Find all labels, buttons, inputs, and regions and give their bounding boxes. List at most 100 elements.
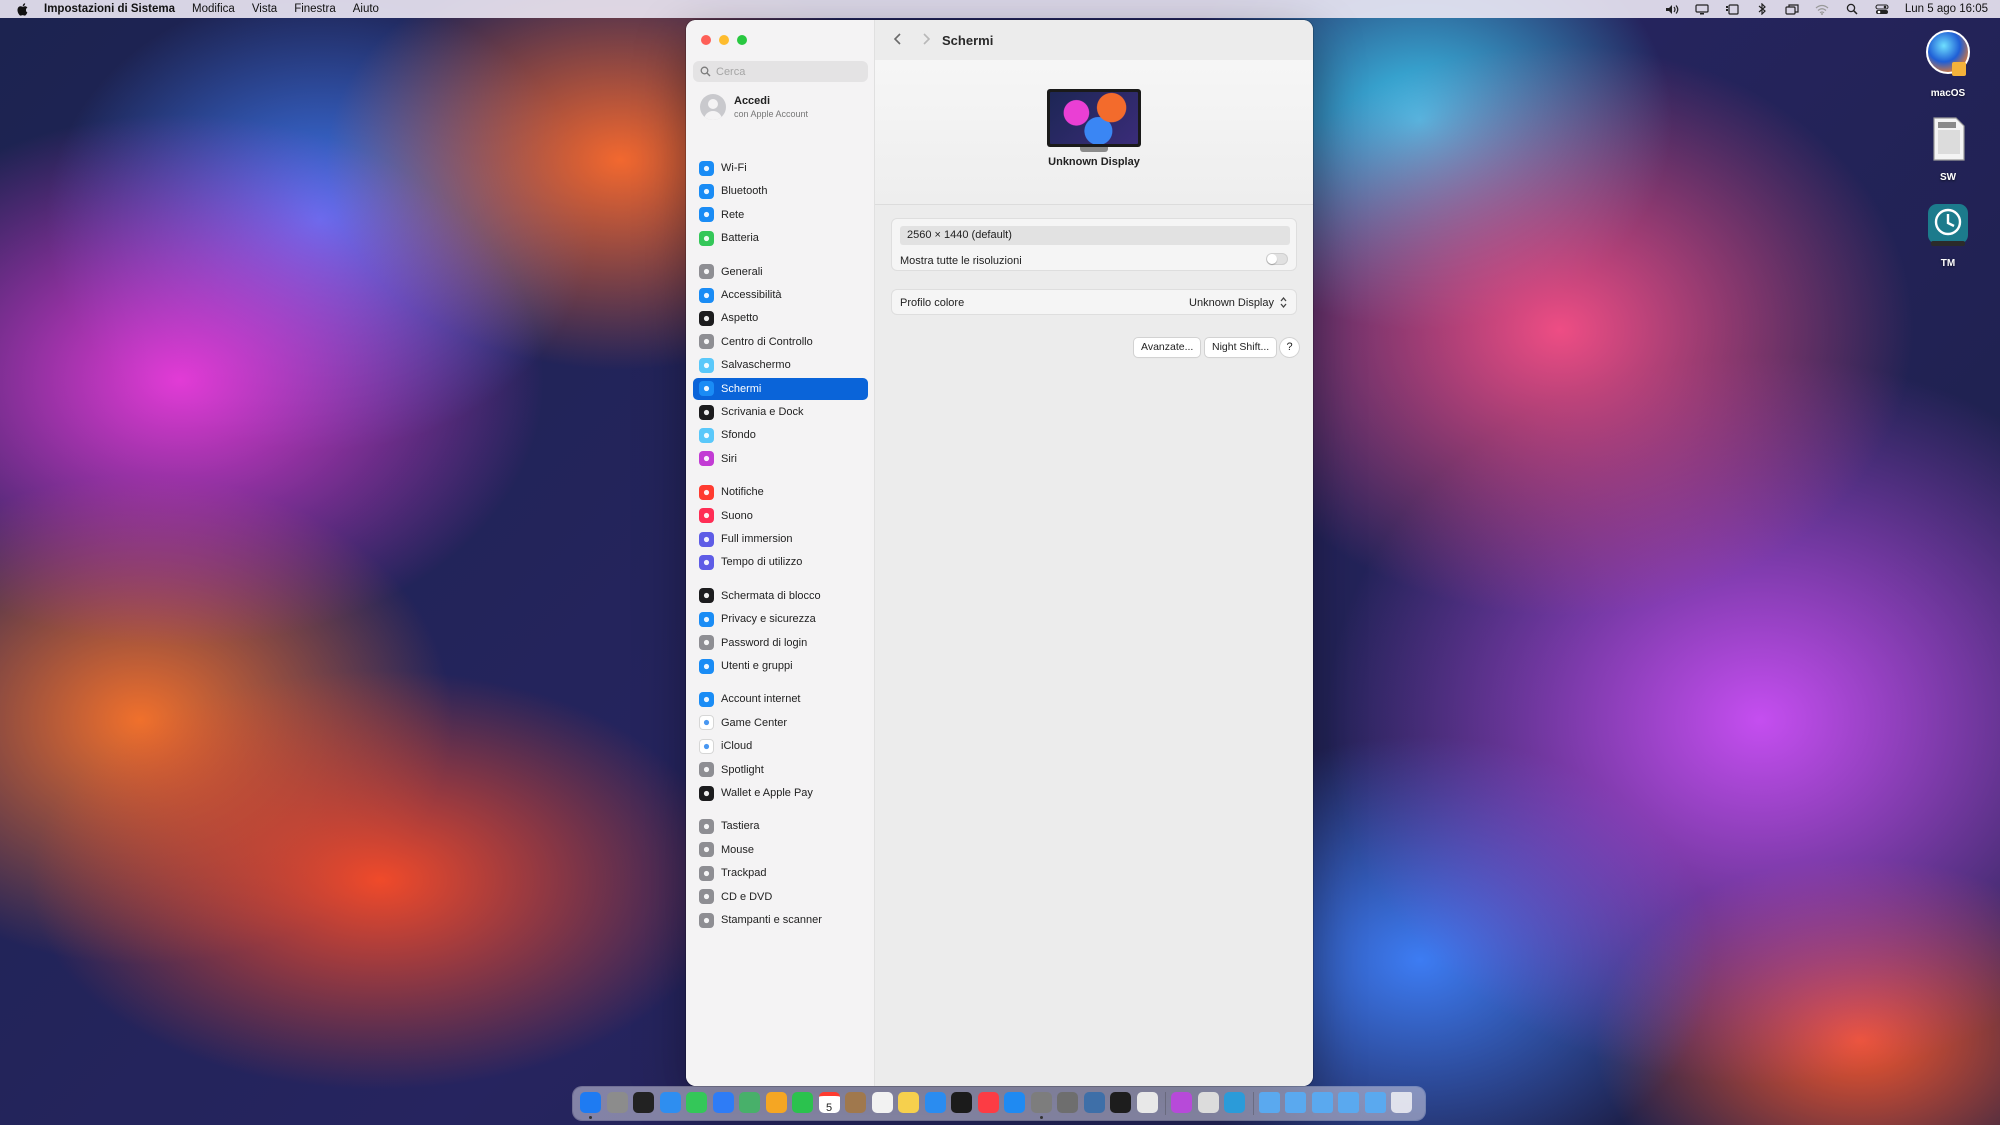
display-thumbnail[interactable]: [1047, 89, 1141, 147]
desktop-icon-macos[interactable]: macOS: [1913, 28, 1983, 99]
mail-icon[interactable]: [712, 1092, 734, 1113]
menubar-clock[interactable]: Lun 5 ago 16:05: [1905, 3, 1988, 15]
sidebar-item-printer[interactable]: Stampanti e scanner: [693, 909, 868, 931]
screen-mirroring-icon[interactable]: [1785, 3, 1799, 15]
tv-icon[interactable]: [951, 1092, 972, 1113]
music-icon[interactable]: [977, 1092, 999, 1113]
folder-icon[interactable]: [1285, 1092, 1306, 1113]
launchpad-icon[interactable]: [606, 1092, 628, 1113]
sidebar-item-mouse[interactable]: Mouse: [693, 839, 868, 861]
screen-sharing-icon[interactable]: [1083, 1092, 1105, 1113]
sidebar-item-siri[interactable]: Siri: [693, 448, 868, 470]
image-capture-icon[interactable]: [1057, 1092, 1078, 1113]
sidebar-item-accessibility[interactable]: Accessibilità: [693, 284, 868, 306]
sidebar-item-privacy-hand[interactable]: Privacy e sicurezza: [693, 608, 868, 630]
menu-window[interactable]: Finestra: [294, 3, 336, 15]
display-menu-icon[interactable]: [1695, 3, 1709, 15]
sidebar-item-screen-time[interactable]: Tempo di utilizzo: [693, 551, 868, 573]
trash-icon[interactable]: [1391, 1092, 1412, 1113]
contacts-icon[interactable]: [845, 1092, 866, 1113]
sidebar-item-display[interactable]: Schermi: [693, 377, 868, 400]
sidebar-item-sound[interactable]: Suono: [693, 505, 868, 527]
sidebar-item-globe[interactable]: Rete: [693, 204, 868, 226]
folder-icon[interactable]: [1364, 1092, 1386, 1113]
menu-app-name[interactable]: Impostazioni di Sistema: [44, 3, 175, 15]
sidebar-item-appearance[interactable]: Aspetto: [693, 307, 868, 329]
reminders-icon[interactable]: [871, 1092, 893, 1113]
calendar-icon[interactable]: 5: [818, 1092, 840, 1114]
sidebar-item-at[interactable]: Account internet: [693, 688, 868, 710]
apple-menu-icon[interactable]: [14, 1, 30, 17]
back-chevron-icon[interactable]: [891, 31, 905, 47]
help-button[interactable]: ?: [1280, 338, 1299, 357]
minimize-button[interactable]: [719, 35, 729, 45]
sidebar-item-keyboard[interactable]: Tastiera: [693, 815, 868, 837]
sidebar-item-lock-screen[interactable]: Schermata di blocco: [693, 585, 868, 607]
sidebar-item-battery[interactable]: Batteria: [693, 227, 868, 249]
maps-icon[interactable]: [739, 1092, 760, 1113]
safari-icon[interactable]: [659, 1092, 681, 1113]
control-center-menu-icon[interactable]: [1875, 3, 1889, 15]
forward-chevron-icon[interactable]: [919, 31, 933, 47]
sidebar-item-notifications[interactable]: Notifiche: [693, 481, 868, 503]
sidebar-item-spotlight[interactable]: Spotlight: [693, 759, 868, 781]
close-button[interactable]: [701, 35, 711, 45]
sidebar-item-label: Accessibilità: [721, 289, 782, 301]
sidebar-item-wallpaper[interactable]: Sfondo: [693, 424, 868, 446]
menu-view[interactable]: Vista: [252, 3, 277, 15]
folder-icon[interactable]: [1338, 1092, 1359, 1113]
menu-edit[interactable]: Modifica: [192, 3, 235, 15]
disk-utility-icon[interactable]: [1197, 1092, 1219, 1113]
notes-icon[interactable]: [898, 1092, 919, 1113]
apple-account-signin[interactable]: Accedi con Apple Account: [700, 94, 808, 120]
sidebar-item-control-center[interactable]: Centro di Controllo: [693, 331, 868, 353]
sidebar-item-screensaver[interactable]: Salvaschermo: [693, 354, 868, 376]
night-shift-button[interactable]: Night Shift...: [1205, 338, 1277, 357]
facetime-icon[interactable]: [792, 1092, 813, 1113]
folder-icon[interactable]: [1258, 1092, 1280, 1113]
terminal-icon[interactable]: [1110, 1092, 1131, 1113]
network-icon[interactable]: [1224, 1092, 1245, 1113]
search-input[interactable]: [716, 65, 856, 78]
folder-icon[interactable]: [1311, 1092, 1333, 1113]
volume-icon[interactable]: [1665, 3, 1679, 15]
resolution-field[interactable]: 2560 × 1440 (default): [900, 226, 1290, 245]
color-profile-popup[interactable]: Unknown Display: [1189, 296, 1288, 309]
sidebar-item-focus[interactable]: Full immersion: [693, 528, 868, 550]
show-all-resolutions-toggle[interactable]: [1266, 253, 1288, 265]
mission-control-icon[interactable]: [633, 1092, 654, 1113]
menu-help[interactable]: Aiuto: [353, 3, 379, 15]
freeform-icon[interactable]: [924, 1092, 946, 1113]
sidebar-item-wifi[interactable]: Wi-Fi: [693, 157, 868, 179]
sidebar-item-cd[interactable]: CD e DVD: [693, 886, 868, 908]
sidebar-item-bluetooth[interactable]: Bluetooth: [693, 180, 868, 202]
sidebar-item-gear[interactable]: Generali: [693, 261, 868, 283]
sidebar-item-users[interactable]: Utenti e gruppi: [693, 655, 868, 677]
wifi-menu-icon[interactable]: [1815, 3, 1829, 15]
bluetooth-menu-icon[interactable]: [1755, 3, 1769, 15]
sidebar-item-trackpad[interactable]: Trackpad: [693, 862, 868, 884]
sidebar-item-wallet[interactable]: Wallet e Apple Pay: [693, 782, 868, 804]
finder-icon[interactable]: [580, 1092, 601, 1113]
sidebar-item-cloud[interactable]: iCloud: [693, 735, 868, 757]
sidebar-item-label: Salvaschermo: [721, 359, 791, 372]
sidebar-item-lock[interactable]: Password di login: [693, 632, 868, 654]
desktop-icon-sw[interactable]: SW: [1913, 114, 1983, 183]
photos-icon[interactable]: [765, 1092, 787, 1113]
sidebar-item-dock[interactable]: Scrivania e Dock: [693, 401, 868, 423]
advanced-button[interactable]: Avanzate...: [1134, 338, 1201, 357]
preview-icon[interactable]: [1136, 1092, 1158, 1113]
app-store-icon[interactable]: [1004, 1092, 1025, 1113]
messages-icon[interactable]: [686, 1092, 707, 1113]
spotlight-menu-icon[interactable]: [1845, 3, 1859, 15]
colorsync-icon[interactable]: [1171, 1092, 1192, 1113]
stage-manager-icon[interactable]: [1725, 3, 1739, 15]
system-settings-icon[interactable]: [1030, 1092, 1052, 1113]
desktop-icon-tm[interactable]: TM: [1913, 200, 1983, 269]
search-field[interactable]: [693, 61, 868, 82]
zoom-button[interactable]: [737, 35, 747, 45]
color-profile-value: Unknown Display: [1189, 296, 1274, 309]
sidebar-item-game-center[interactable]: Game Center: [693, 712, 868, 734]
sidebar-item-label: Suono: [721, 509, 753, 522]
sidebar: Accedi con Apple Account Wi-Fi Bluetooth R…: [686, 20, 875, 1086]
